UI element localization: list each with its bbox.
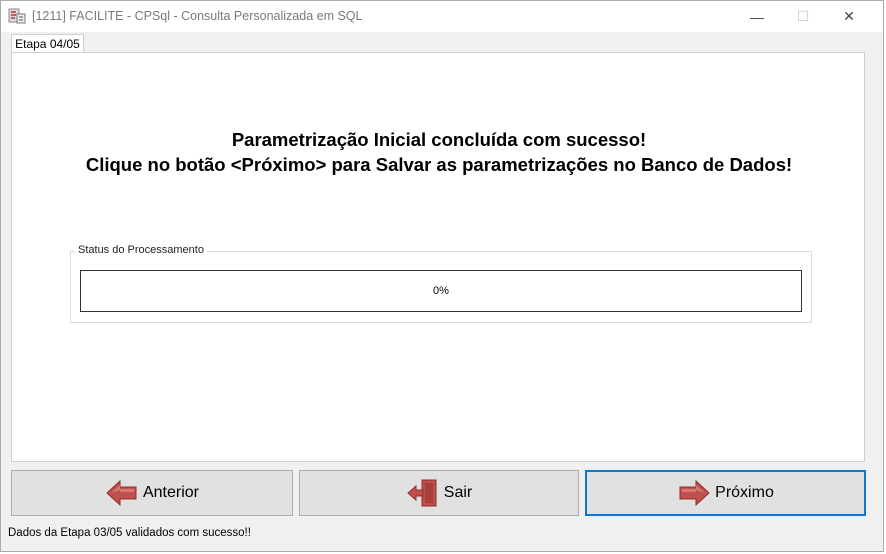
arrow-right-icon [679, 479, 710, 507]
app-icon[interactable] [8, 8, 26, 24]
tab-panel: Parametrização Inicial concluída com suc… [11, 52, 865, 462]
close-button[interactable]: ✕ [826, 1, 872, 32]
next-button[interactable]: Próximo [585, 470, 866, 516]
title-bar[interactable]: [1211] FACILITE - CPSql - Consulta Perso… [1, 1, 883, 32]
status-bar: Dados da Etapa 03/05 validados com suces… [8, 527, 251, 539]
progress-bar: 0% [80, 270, 802, 312]
processing-status-group: Status do Processamento 0% [70, 244, 812, 323]
close-icon: ✕ [843, 8, 855, 24]
window-title: [1211] FACILITE - CPSql - Consulta Perso… [32, 9, 363, 23]
maximize-button[interactable]: ☐ [780, 1, 826, 32]
maximize-icon: ☐ [796, 8, 810, 24]
arrow-left-icon [106, 479, 137, 507]
exit-button-label: Sair [443, 484, 473, 501]
progress-text: 0% [433, 285, 449, 297]
success-message: Parametrização Inicial concluída com suc… [231, 129, 647, 150]
main-window: [1211] FACILITE - CPSql - Consulta Perso… [0, 0, 884, 552]
previous-button-label: Anterior [142, 484, 200, 501]
minimize-button[interactable]: — [734, 1, 780, 32]
previous-button[interactable]: Anterior [11, 470, 293, 516]
minimize-icon: — [750, 8, 764, 25]
exit-door-icon [407, 479, 437, 507]
tab-etapa[interactable]: Etapa 04/05 [11, 34, 84, 53]
next-button-label: Próximo [715, 484, 774, 501]
exit-button[interactable]: Sair [299, 470, 579, 516]
processing-status-label: Status do Processamento [75, 244, 207, 256]
instruction-message: Clique no botão <Próximo> para Salvar as… [85, 154, 793, 175]
